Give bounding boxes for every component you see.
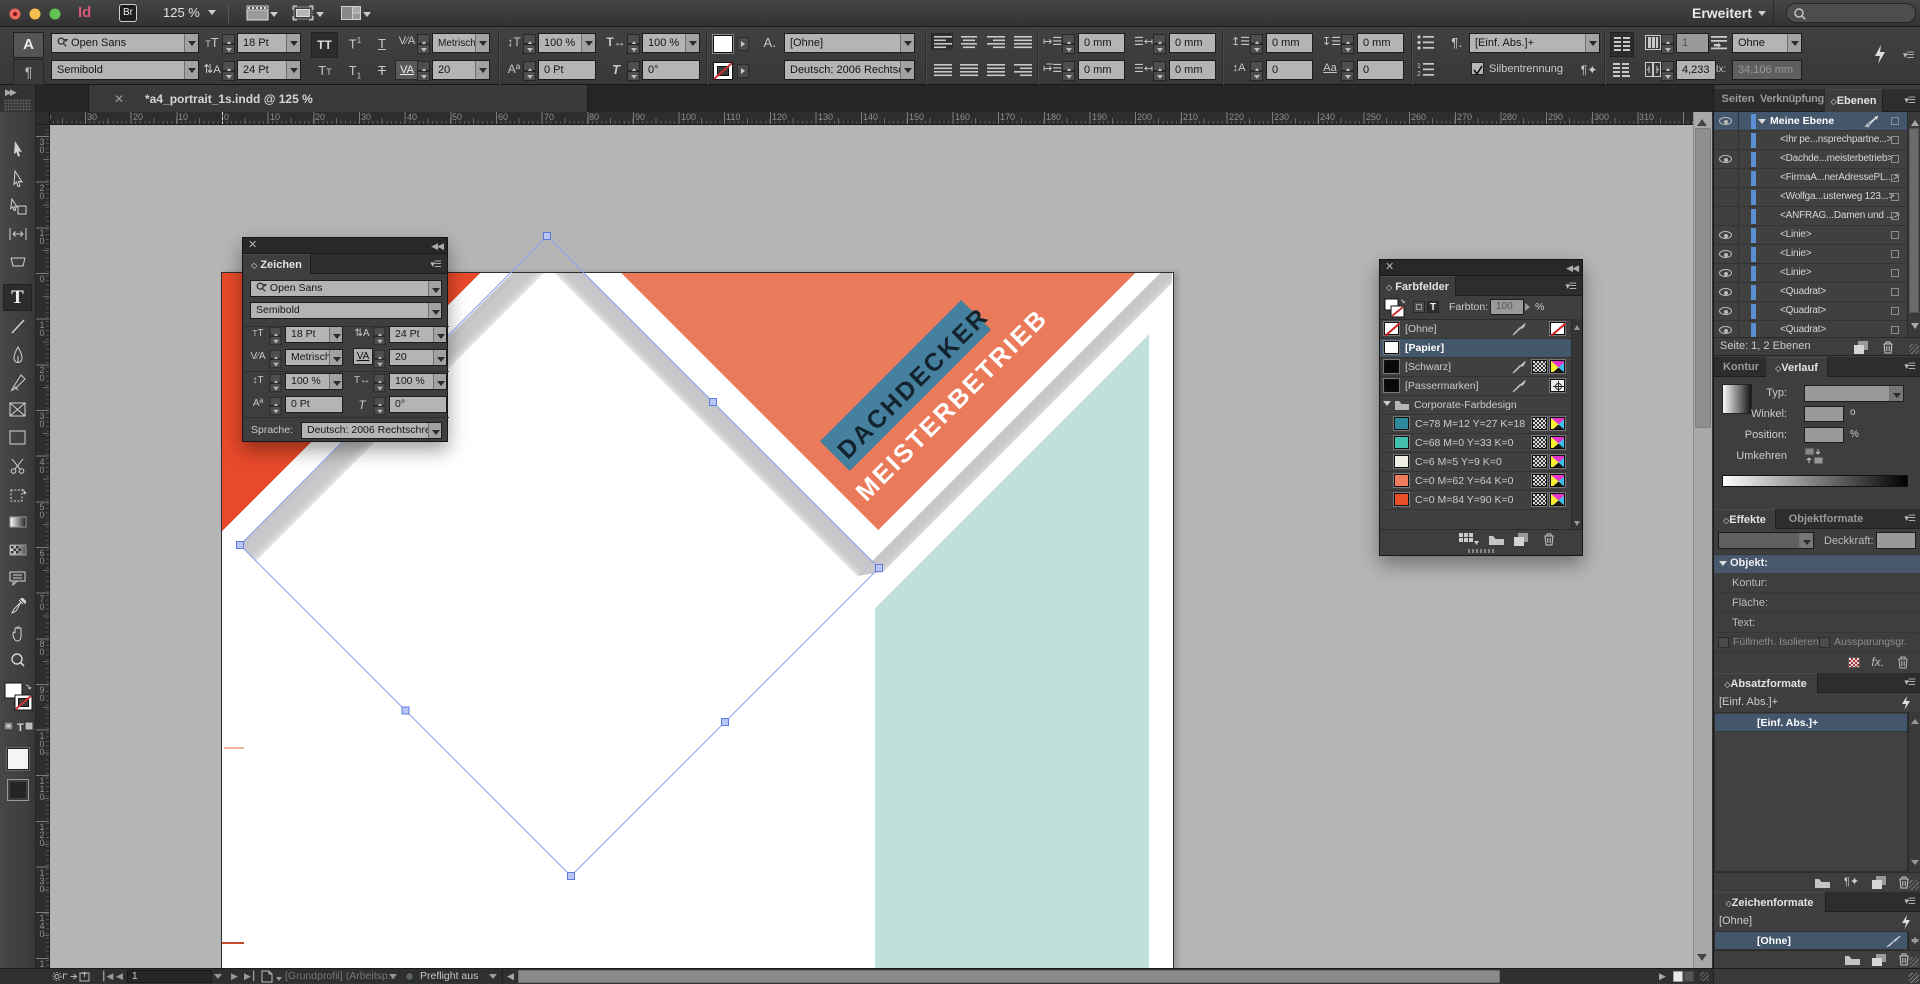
svg-text:2: 2: [1417, 71, 1421, 77]
svg-text:1: 1: [1417, 63, 1421, 70]
svg-text:T: T: [17, 722, 24, 734]
